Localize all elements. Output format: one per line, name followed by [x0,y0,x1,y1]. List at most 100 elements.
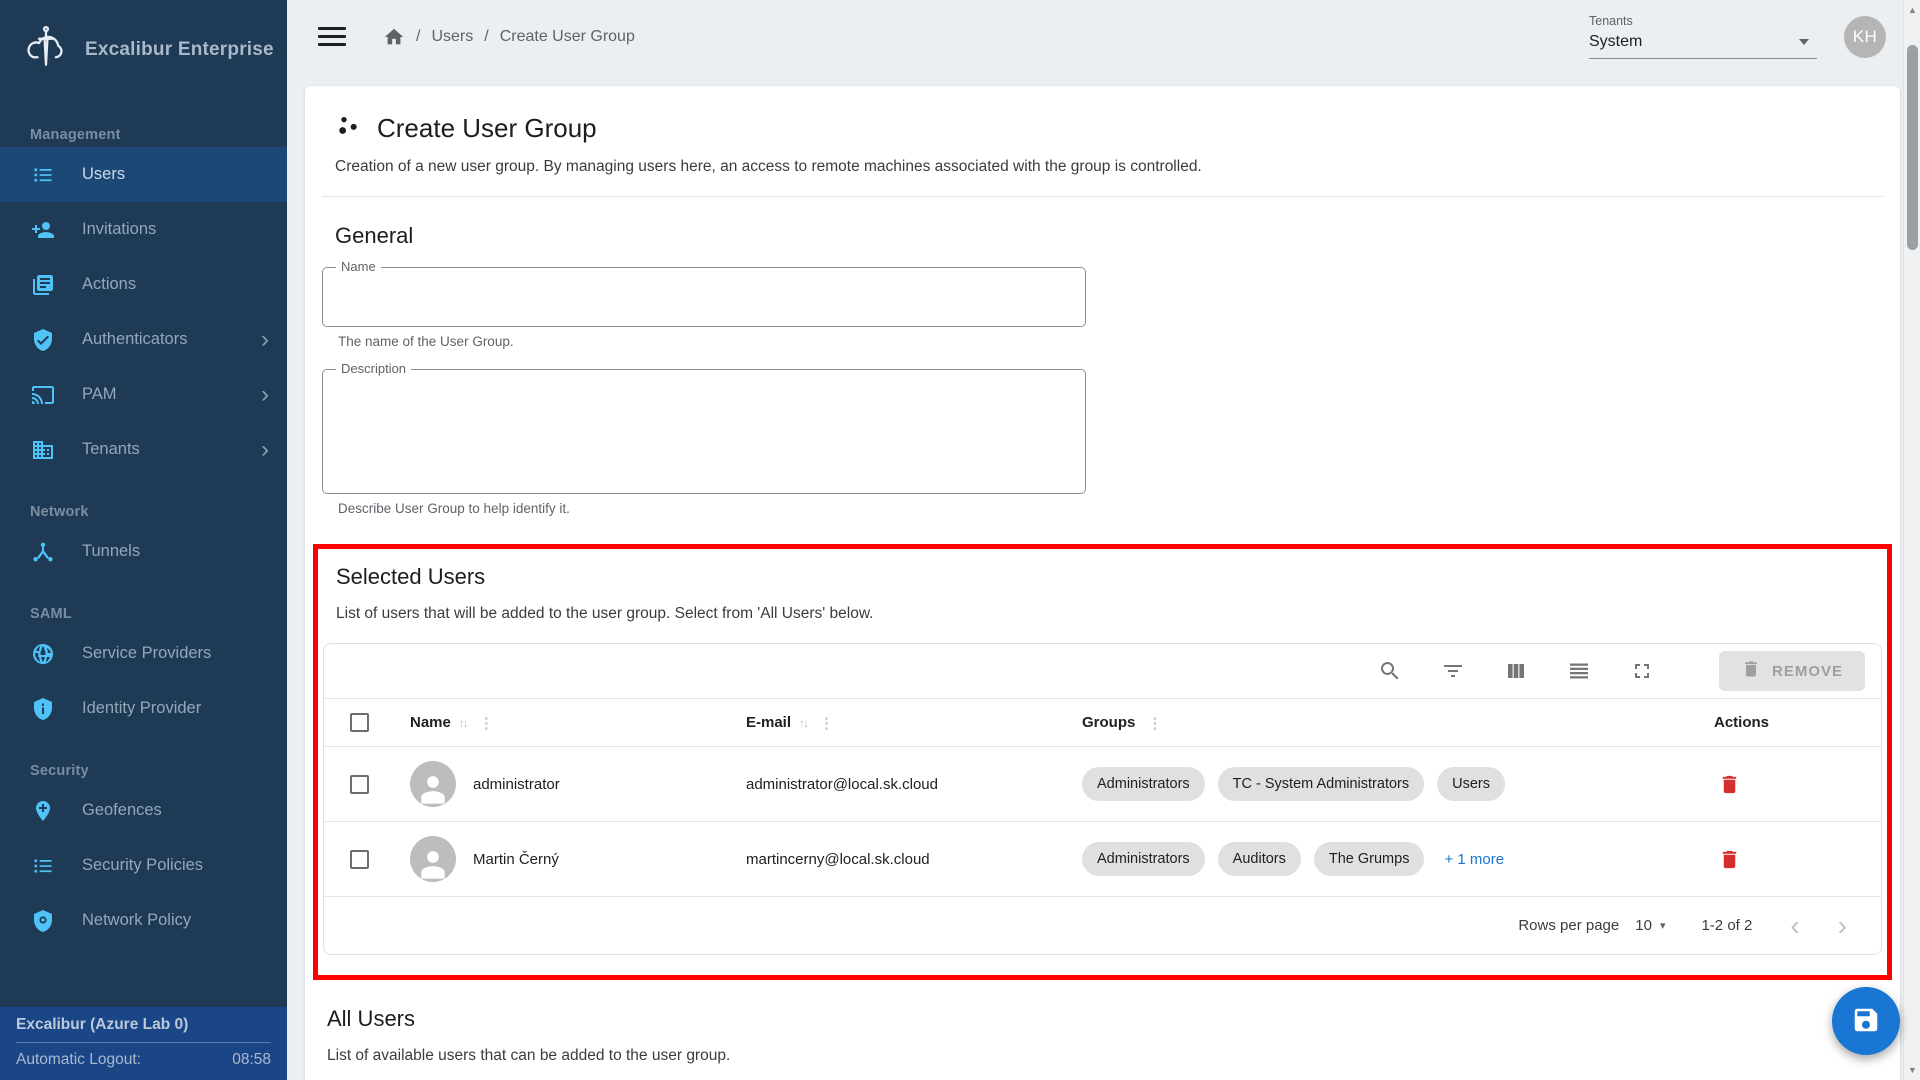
column-header-name: Name [410,714,451,731]
selected-users-heading: Selected Users [336,564,1883,590]
row-checkbox[interactable] [350,850,369,869]
tenants-select-value: System [1589,33,1642,51]
next-page-icon[interactable]: › [1834,912,1851,940]
all-users-section: All Users List of available users that c… [305,1006,1900,1080]
sidebar-item-invitations[interactable]: Invitations [0,202,287,257]
description-input[interactable] [323,370,1085,488]
scroll-down-icon[interactable]: ▼ [1904,1062,1920,1078]
content-card: Create User Group Creation of a new user… [305,86,1900,1080]
shield-policy-icon [30,908,56,934]
all-users-heading: All Users [327,1006,1900,1032]
current-tenant-label: Excalibur (Azure Lab 0) [16,1016,271,1034]
column-header-groups: Groups [1082,714,1135,731]
sidebar-section-management: Management [30,127,287,143]
user-name: administrator [473,776,560,793]
fullscreen-icon[interactable] [1630,659,1654,683]
sidebar-item-label: Security Policies [82,856,203,875]
user-avatar-icon [410,761,456,807]
rows-per-page-select[interactable]: 10 ▾ [1635,917,1665,934]
sidebar-item-label: Tenants [82,440,140,459]
sidebar-item-label: Users [82,165,125,184]
sidebar-item-tunnels[interactable]: Tunnels [0,524,287,579]
name-input[interactable] [323,268,1085,326]
name-helper-text: The name of the User Group. [338,334,1900,349]
group-chip: The Grumps [1314,842,1425,876]
breadcrumb-current: Create User Group [500,28,635,46]
sidebar-nav: Management Users Invitations Actions Aut… [0,100,287,1007]
select-all-checkbox[interactable] [350,713,369,732]
remove-button[interactable]: REMOVE [1719,651,1865,691]
columns-icon[interactable] [1504,659,1528,683]
search-icon[interactable] [1378,659,1402,683]
sidebar-item-label: Identity Provider [82,699,201,718]
save-fab-button[interactable] [1832,987,1900,1055]
column-header-actions: Actions [1714,714,1769,731]
scrollbar-thumb[interactable] [1907,45,1918,250]
sidebar-item-label: Actions [82,275,136,294]
previous-page-icon[interactable]: ‹ [1786,912,1803,940]
density-icon[interactable] [1567,659,1591,683]
auto-logout-timer: 08:58 [232,1051,271,1069]
scroll-up-icon[interactable]: ▲ [1904,2,1920,18]
user-name: Martin Černý [473,851,559,868]
menu-icon[interactable] [318,27,346,46]
avatar[interactable]: KH [1844,16,1886,58]
save-icon [1851,1005,1881,1038]
home-icon[interactable] [383,26,405,48]
description-field-wrapper: Description [322,369,1086,494]
tenants-select[interactable]: Tenants System [1589,14,1817,59]
table-pagination: Rows per page 10 ▾ 1-2 of 2 ‹ › [324,896,1881,954]
pin-plus-icon [30,798,56,824]
row-checkbox[interactable] [350,775,369,794]
breadcrumb: / Users / Create User Group [383,26,635,48]
sidebar-item-actions[interactable]: Actions [0,257,287,312]
sort-icon[interactable]: ↑↓ [459,716,467,730]
globe-icon [30,641,56,667]
table-row: administrator administrator@local.sk.clo… [324,746,1881,821]
delete-row-button[interactable] [1714,769,1745,800]
sidebar-item-pam[interactable]: PAM › [0,367,287,422]
sidebar-item-authenticators[interactable]: Authenticators › [0,312,287,367]
chevron-right-icon: › [261,328,269,352]
general-section: General Name The name of the User Group.… [305,223,1900,516]
tunnel-fork-icon [30,539,56,565]
sidebar-item-network-policy[interactable]: Network Policy [0,893,287,948]
breadcrumb-users[interactable]: Users [431,28,473,46]
sidebar: Excalibur Enterprise Management Users In… [0,0,287,1080]
column-menu-icon[interactable]: ⋮ [819,714,834,732]
brand: Excalibur Enterprise [0,0,287,100]
user-email: martincerny@local.sk.cloud [730,851,1066,868]
group-chip: Auditors [1218,842,1301,876]
all-users-description: List of available users that can be adde… [327,1047,1900,1065]
sidebar-item-label: PAM [82,385,117,404]
footer-divider [16,1042,271,1043]
cast-screen-icon [30,382,56,408]
sidebar-item-geofences[interactable]: Geofences [0,783,287,838]
column-header-email: E-mail [746,714,791,731]
chevron-right-icon: › [261,438,269,462]
filter-icon[interactable] [1441,659,1465,683]
trash-icon [1741,659,1761,683]
auto-logout-label: Automatic Logout: [16,1051,141,1069]
sidebar-item-tenants[interactable]: Tenants › [0,422,287,477]
sidebar-item-users[interactable]: Users [0,147,287,202]
more-groups-link[interactable]: + 1 more [1444,851,1504,868]
person-add-icon [30,217,56,243]
sidebar-item-identity-provider[interactable]: Identity Provider [0,681,287,736]
sidebar-item-security-policies[interactable]: Security Policies [0,838,287,893]
group-chip: Administrators [1082,842,1205,876]
group-chip: TC - System Administrators [1218,767,1424,801]
description-field-label: Description [336,361,411,376]
sort-icon[interactable]: ↑↓ [799,716,807,730]
column-menu-icon[interactable]: ⋮ [1147,714,1162,732]
sidebar-item-service-providers[interactable]: Service Providers [0,626,287,681]
table-row: Martin Černý martincerny@local.sk.cloud … [324,821,1881,896]
breadcrumb-separator: / [416,28,420,46]
library-icon [30,272,56,298]
selected-users-section: Selected Users List of users that will b… [313,544,1892,980]
column-menu-icon[interactable]: ⋮ [479,714,494,732]
delete-row-button[interactable] [1714,844,1745,875]
sidebar-item-label: Tunnels [82,542,140,561]
chevron-down-icon [1799,39,1809,45]
shield-check-icon [30,327,56,353]
